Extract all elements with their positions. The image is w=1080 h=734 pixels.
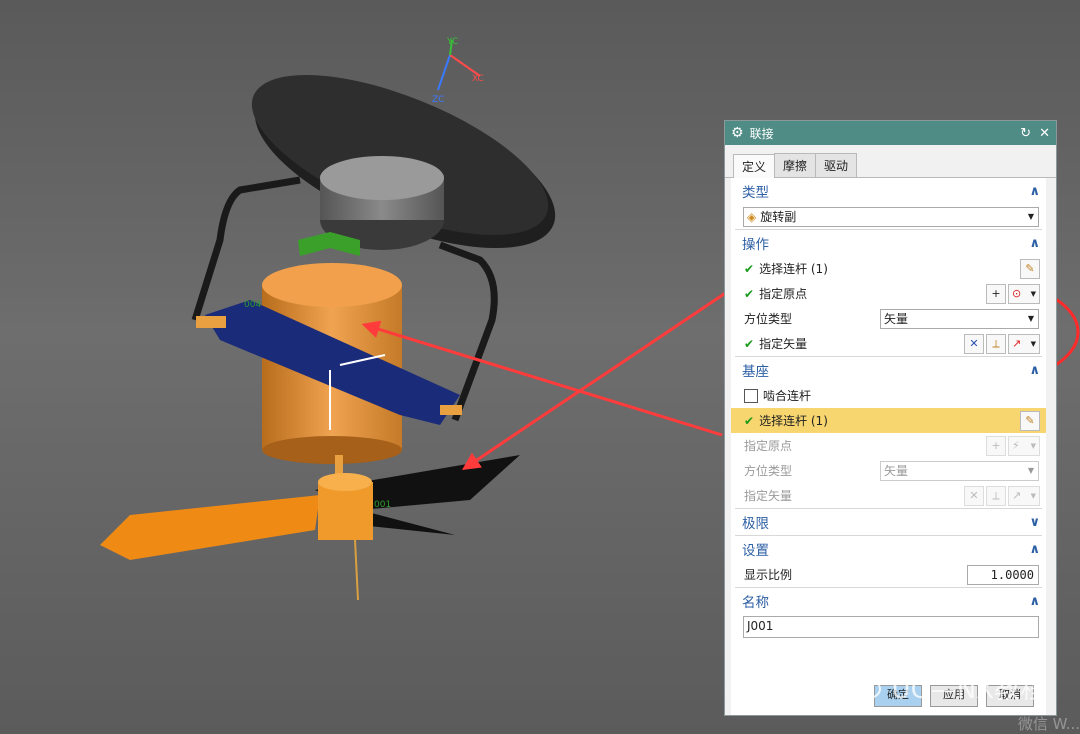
base-origin-row: 指定原点 + ⚡ ▼ <box>731 433 1046 458</box>
base-orient-select: 矢量 ▼ <box>880 460 1039 481</box>
chevron-up-icon: ∧ <box>1029 362 1040 378</box>
reverse-direction-icon[interactable]: ✕ <box>964 333 984 354</box>
section-name-header[interactable]: 名称 ∧ <box>731 588 1046 614</box>
action-vector-label: 指定矢量 <box>759 337 808 351</box>
point-type-dropdown: ⚡ ▼ <box>1008 435 1040 456</box>
chevron-up-icon: ∧ <box>1029 541 1040 557</box>
action-vector-row: ✔ 指定矢量 ✕ ⟂ ↗ ▼ <box>731 331 1046 356</box>
pin-left <box>196 316 226 328</box>
check-icon: ✔ <box>744 286 755 301</box>
dialog-titlebar[interactable]: ⚙ 联接 ↻ ✕ <box>725 121 1056 145</box>
vector-type-dropdown[interactable]: ↗ ▼ <box>1008 333 1040 354</box>
dropdown-arrow-icon: ▼ <box>1030 289 1036 298</box>
joint-type-select[interactable]: ◈ 旋转副 ▼ <box>743 206 1039 227</box>
dropdown-arrow-icon: ▼ <box>1027 212 1034 221</box>
check-icon: ✔ <box>744 261 755 276</box>
point-dialog-icon: + <box>986 435 1006 456</box>
section-type-title: 类型 <box>742 185 769 201</box>
check-icon: ✔ <box>744 336 755 351</box>
reset-icon[interactable]: ↻ <box>1020 126 1031 141</box>
part-label-left: 004 <box>244 300 262 310</box>
scale-input[interactable]: 1.0000 <box>967 564 1039 585</box>
dropdown-arrow-icon: ▼ <box>1030 491 1036 500</box>
close-icon[interactable]: ✕ <box>1039 126 1050 141</box>
name-input[interactable]: J001 <box>743 616 1039 638</box>
base-vector-label: 指定矢量 <box>744 489 793 503</box>
section-settings-title: 设置 <box>742 543 769 559</box>
gear-icon: ⚙ <box>731 125 744 141</box>
watermark-text: UG—NX教程 <box>891 675 1046 705</box>
action-origin-row: ✔ 指定原点 + ⊙ ▼ <box>731 281 1046 306</box>
propeller <box>100 455 520 560</box>
mesh-link-checkbox[interactable] <box>744 388 758 403</box>
base-select-link-label: 选择连杆 (1) <box>759 414 828 428</box>
vector-icon: ↗ <box>1012 489 1022 502</box>
section-action-header[interactable]: 操作 ∧ <box>731 230 1046 256</box>
joint-dialog: ⚙ 联接 ↻ ✕ 定义 摩擦 驱动 类型 ∧ ◈ 旋转副 ▼ 操作 ∧ ✔ 选择… <box>724 120 1057 716</box>
tab-bar: 定义 摩擦 驱动 <box>725 145 1056 178</box>
base-select-link-row[interactable]: ✔ 选择连杆 (1) ✎ <box>731 408 1046 433</box>
chevron-up-icon: ∧ <box>1029 235 1040 251</box>
tab-friction[interactable]: 摩擦 <box>774 153 817 177</box>
axis-vector <box>354 539 359 601</box>
section-base-title: 基座 <box>742 364 769 380</box>
base-mesh-row[interactable]: 啮合连杆 <box>731 383 1046 408</box>
part-label-right: 001 <box>374 500 392 510</box>
pin-right <box>440 405 462 415</box>
base-orient-row: 方位类型 矢量 ▼ <box>731 458 1046 483</box>
check-icon: ✔ <box>744 413 755 428</box>
chevron-down-icon: ∨ <box>1029 514 1040 530</box>
section-type-header[interactable]: 类型 ∧ <box>731 178 1046 204</box>
dialog-panel: 类型 ∧ ◈ 旋转副 ▼ 操作 ∧ ✔ 选择连杆 (1) ✎ ✔ 指定原点 + <box>731 178 1046 715</box>
base-origin-label: 指定原点 <box>744 439 793 453</box>
point-type-dropdown[interactable]: ⊙ ▼ <box>1008 283 1040 304</box>
target-icon: ⊙ <box>1012 287 1022 300</box>
axis-label-zc: ZC <box>432 95 445 105</box>
axis-label-yc: YC <box>447 37 459 47</box>
action-select-link-label: 选择连杆 (1) <box>759 262 828 276</box>
tab-drive[interactable]: 驱动 <box>815 153 858 177</box>
action-orient-select[interactable]: 矢量 ▼ <box>880 308 1039 329</box>
joint-type-value: 旋转副 <box>760 210 797 224</box>
section-name-title: 名称 <box>742 595 769 611</box>
section-settings-header[interactable]: 设置 ∧ <box>731 536 1046 562</box>
pencil-icon[interactable]: ✎ <box>1020 410 1040 431</box>
watermark-subtext: 微信 W... <box>1017 715 1080 733</box>
point-icon: ⚡ <box>1012 439 1020 452</box>
dialog-title: 联接 <box>749 126 774 141</box>
axis-label-xc: XC <box>472 74 484 84</box>
chevron-up-icon: ∧ <box>1029 183 1040 199</box>
wechat-icon <box>842 670 881 699</box>
section-limits-header[interactable]: 极限 ∨ <box>731 509 1046 535</box>
action-orient-row: 方位类型 矢量 ▼ <box>731 306 1046 331</box>
point-dialog-icon[interactable]: + <box>986 283 1006 304</box>
dropdown-arrow-icon: ▼ <box>1030 441 1036 450</box>
pencil-icon[interactable]: ✎ <box>1020 258 1040 279</box>
action-orient-value: 矢量 <box>884 312 909 326</box>
chevron-up-icon: ∧ <box>1029 593 1040 609</box>
vector-dialog-icon[interactable]: ⟂ <box>986 333 1006 354</box>
action-origin-label: 指定原点 <box>759 287 808 301</box>
reverse-direction-icon: ✕ <box>964 485 984 506</box>
base-orient-value: 矢量 <box>884 464 909 478</box>
tab-definition[interactable]: 定义 <box>733 154 776 178</box>
section-base-header[interactable]: 基座 ∧ <box>731 357 1046 383</box>
vector-type-dropdown: ↗ ▼ <box>1008 485 1040 506</box>
vector-icon: ↗ <box>1012 337 1022 350</box>
type-row: ◈ 旋转副 ▼ <box>731 204 1046 229</box>
scale-row: 显示比例 1.0000 <box>731 562 1046 587</box>
section-limits-title: 极限 <box>742 516 769 532</box>
dropdown-arrow-icon: ▼ <box>1030 339 1036 348</box>
joint-type-icon: ◈ <box>747 209 757 224</box>
vector-dialog-icon: ⟂ <box>986 485 1006 506</box>
action-select-link-row[interactable]: ✔ 选择连杆 (1) ✎ <box>731 256 1046 281</box>
base-vector-row: 指定矢量 ✕ ⟂ ↗ ▼ <box>731 483 1046 508</box>
section-action-title: 操作 <box>742 237 769 253</box>
base-mesh-label: 啮合连杆 <box>763 389 812 403</box>
dropdown-arrow-icon: ▼ <box>1027 314 1034 323</box>
dropdown-arrow-icon: ▼ <box>1027 466 1034 475</box>
